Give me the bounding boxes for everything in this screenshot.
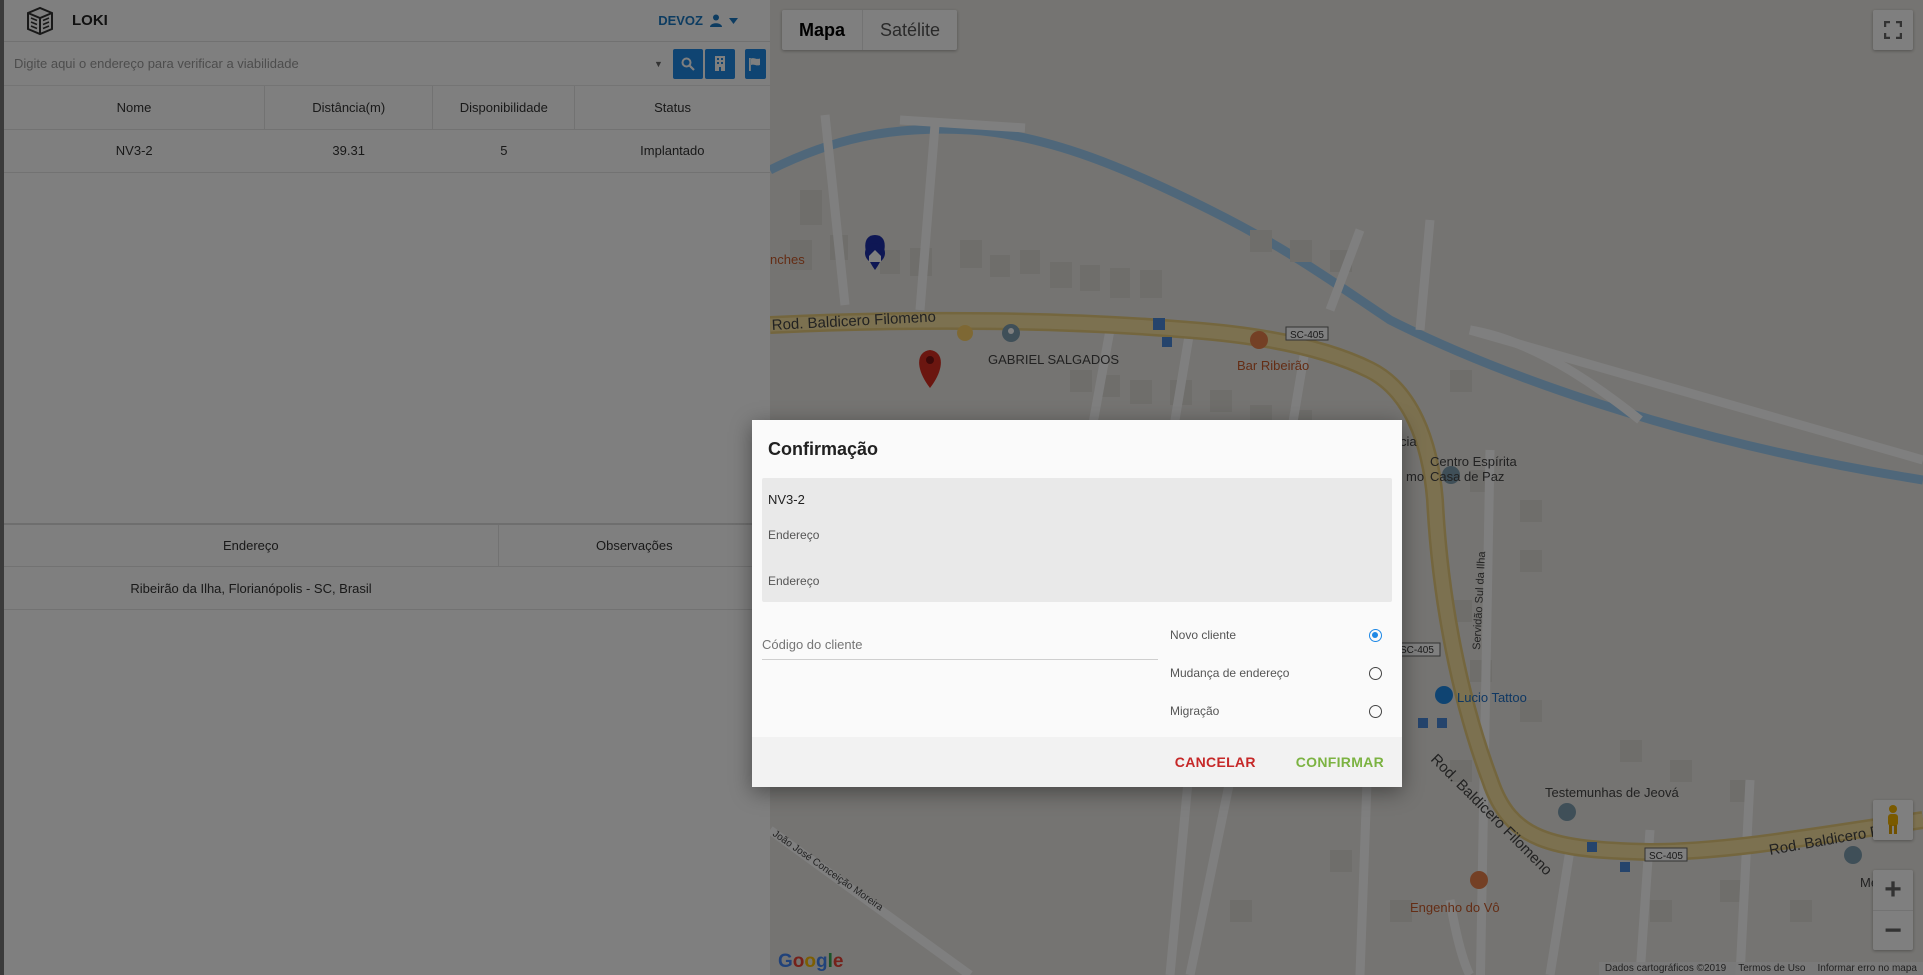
radio-button[interactable] [1369, 628, 1382, 642]
dialog-title: Confirmação [768, 438, 879, 459]
client-type-radio-group: Novo cliente Mudança de endereço Migraçã… [1158, 616, 1392, 734]
cancel-button[interactable]: CANCELAR [1175, 754, 1256, 770]
client-code-input[interactable] [762, 630, 1158, 660]
confirmation-dialog: Confirmação NV3-2 Endereço Endereço Novo… [752, 420, 1402, 787]
splitter-info-box: NV3-2 Endereço Endereço [762, 478, 1392, 602]
radio-label: Novo cliente [1170, 628, 1237, 642]
address-field: Endereço [768, 574, 820, 588]
radio-button[interactable] [1369, 666, 1382, 680]
address-field: Endereço [768, 528, 820, 542]
radio-option-migracao[interactable]: Migração [1170, 692, 1392, 730]
radio-option-novo-cliente[interactable]: Novo cliente [1170, 616, 1392, 654]
form-row: Novo cliente Mudança de endereço Migraçã… [762, 616, 1392, 734]
radio-button[interactable] [1369, 704, 1382, 718]
splitter-name: NV3-2 [768, 491, 805, 507]
confirm-button[interactable]: CONFIRMAR [1296, 754, 1384, 770]
radio-option-mudanca-endereco[interactable]: Mudança de endereço [1170, 654, 1392, 692]
radio-label: Mudança de endereço [1170, 666, 1290, 680]
radio-label: Migração [1170, 704, 1220, 718]
dialog-actions: CANCELAR CONFIRMAR [752, 737, 1402, 787]
